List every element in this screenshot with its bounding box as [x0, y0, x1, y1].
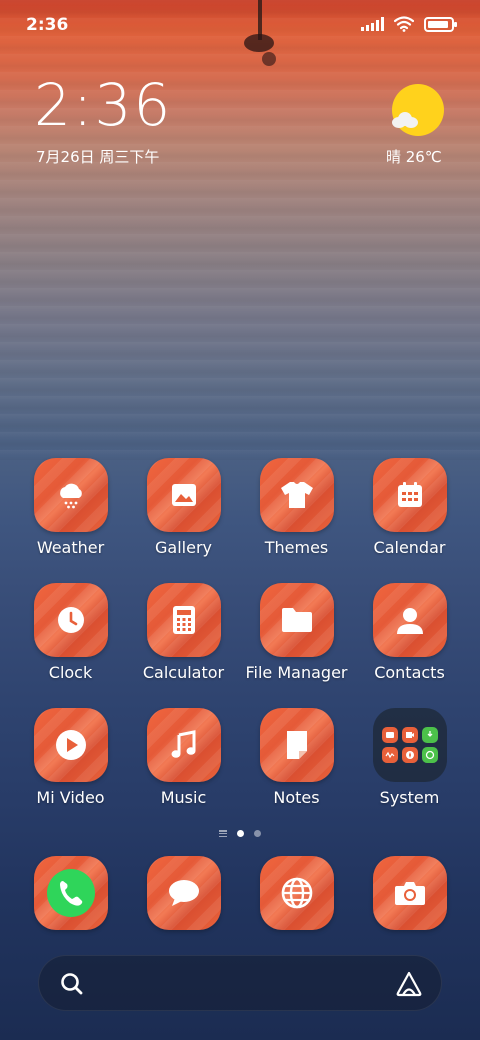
search-bar[interactable] [38, 955, 442, 1011]
status-bar: 2:36 [0, 0, 480, 50]
app-music[interactable]: Music [127, 708, 240, 807]
mini-app-icon [381, 727, 398, 743]
app-label: Clock [48, 663, 93, 682]
app-label: Mi Video [36, 788, 105, 807]
mini-app-icon [421, 727, 438, 743]
folder-icon [259, 583, 334, 657]
page-dot-active [237, 830, 244, 837]
app-gallery[interactable]: Gallery [127, 458, 240, 557]
signal-icon [361, 17, 384, 31]
feed-indicator-icon [219, 830, 227, 837]
app-label: Calculator [142, 663, 225, 682]
status-icons [361, 16, 457, 32]
app-system-folder[interactable]: System [353, 708, 466, 807]
cloud-icon [392, 112, 418, 128]
battery-fill [428, 20, 448, 28]
dock-camera[interactable] [353, 856, 466, 930]
app-clock[interactable]: Clock [14, 583, 127, 682]
app-label: Themes [264, 538, 329, 557]
mini-app-icon [381, 747, 398, 763]
battery-icon [424, 16, 457, 32]
app-label: Contacts [374, 663, 445, 682]
status-time: 2:36 [26, 15, 69, 35]
video-icon [33, 708, 108, 782]
notes-icon [259, 708, 334, 782]
app-themes[interactable]: Themes [240, 458, 353, 557]
app-notes[interactable]: Notes [240, 708, 353, 807]
app-calculator[interactable]: Calculator [127, 583, 240, 682]
app-label: System [379, 788, 440, 807]
contacts-icon [372, 583, 447, 657]
dock-messages[interactable] [127, 856, 240, 930]
sun-cloud-icon[interactable] [392, 84, 444, 136]
wallpaper-reflection [262, 52, 276, 66]
weather-icon [33, 458, 108, 532]
calendar-icon [372, 458, 447, 532]
calculator-icon [146, 583, 221, 657]
clock-widget-time[interactable]: 2:36 [34, 76, 172, 134]
app-file-manager[interactable]: File Manager [240, 583, 353, 682]
app-weather[interactable]: Weather [14, 458, 127, 557]
clock-icon [33, 583, 108, 657]
messages-icon [146, 856, 221, 930]
folder-group-icon [372, 708, 447, 782]
clock-widget-date[interactable]: 7月26日 周三下午 [36, 146, 159, 167]
dock-phone[interactable] [14, 856, 127, 930]
app-label: Gallery [155, 538, 212, 557]
page-indicator[interactable] [0, 830, 480, 837]
camera-icon [372, 856, 447, 930]
browser-icon [259, 856, 334, 930]
mini-app-icon [401, 747, 418, 763]
app-label: Notes [273, 788, 320, 807]
themes-icon [259, 458, 334, 532]
weather-widget-text[interactable]: 晴 26℃ [386, 146, 442, 167]
mini-app-icon [421, 747, 438, 763]
app-label: Calendar [373, 538, 446, 557]
mini-app-icon [401, 727, 418, 743]
wifi-icon [394, 16, 414, 32]
app-calendar[interactable]: Calendar [353, 458, 466, 557]
dock-browser[interactable] [240, 856, 353, 930]
app-contacts[interactable]: Contacts [353, 583, 466, 682]
app-label: File Manager [245, 663, 348, 682]
wallpaper-streaks [0, 0, 480, 460]
assistant-icon[interactable] [395, 970, 423, 998]
page-dot [254, 830, 261, 837]
search-icon [61, 973, 83, 995]
gallery-icon [146, 458, 221, 532]
music-icon [146, 708, 221, 782]
app-label: Music [160, 788, 207, 807]
app-label: Weather [36, 538, 105, 557]
app-mi-video[interactable]: Mi Video [14, 708, 127, 807]
phone-icon [33, 856, 108, 930]
